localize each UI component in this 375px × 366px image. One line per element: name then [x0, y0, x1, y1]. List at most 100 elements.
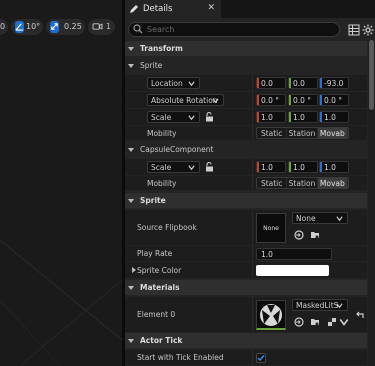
camera-speed-chip[interactable]: 1 [88, 18, 115, 35]
tab-details[interactable]: Details ✕ [125, 0, 221, 18]
location-x-value: 0.0 [261, 78, 273, 88]
rotation-row: Absolute Rotation 0.0 ° 0.0 ° 0.0 ° [125, 92, 367, 109]
checkmark-icon [257, 355, 265, 362]
chevron-down-icon [212, 98, 219, 104]
scale-dropdown[interactable]: Scale [147, 111, 200, 123]
location-x-field[interactable]: 0.0 [256, 77, 286, 89]
capsule-scale-label: Scale [151, 162, 172, 172]
capsule-scale-z-value: 1.0 [324, 162, 336, 172]
scale-y-field[interactable]: 1.0 [288, 111, 318, 123]
location-dropdown[interactable]: Location [147, 77, 200, 89]
use-selected-icon[interactable] [294, 317, 304, 327]
mobility-movable-option[interactable]: Movab [317, 178, 348, 188]
grid-snap-chip[interactable]: 0 [0, 18, 8, 35]
rotation-z-value: 0.0 ° [324, 95, 343, 105]
search-input[interactable]: Search [128, 21, 340, 37]
pencil-icon [128, 4, 139, 15]
unlock-icon[interactable] [205, 162, 214, 172]
mobility-stationary-option[interactable]: Station [287, 128, 318, 138]
location-row: Location 0.0 0.0 -93.0 [125, 75, 367, 92]
category-materials-label: Materials [140, 283, 180, 292]
tick-enabled-checkbox[interactable] [256, 353, 266, 363]
rotation-dropdown[interactable]: Absolute Rotation [147, 94, 224, 106]
mobility-row: Mobility Static Station Movab [125, 126, 367, 141]
material-asset-dropdown[interactable]: MaskedLitS [292, 299, 348, 311]
table-view-icon[interactable] [348, 24, 360, 36]
chevron-down-icon [128, 198, 134, 203]
play-rate-value: 1.0 [261, 249, 273, 259]
browse-folder-icon[interactable] [310, 230, 320, 240]
grid-snap-value: 0 [0, 22, 6, 31]
scale-z-value: 1.0 [324, 112, 336, 122]
mobility-static-option[interactable]: Static [257, 178, 288, 188]
scale-x-value: 1.0 [261, 112, 273, 122]
element-0-label: Element 0 [137, 310, 176, 319]
category-materials[interactable]: Materials [125, 280, 367, 295]
rotation-snap-chip[interactable]: 10° [11, 18, 43, 35]
reset-arrow-icon[interactable] [355, 310, 365, 320]
tab-details-label: Details [143, 4, 173, 14]
rotation-y-field[interactable]: 0.0 ° [288, 94, 318, 106]
texture-checker-icon[interactable] [327, 317, 337, 327]
chevron-down-icon [128, 46, 134, 51]
capsule-mobility-row: Mobility Static Station Movab [125, 176, 367, 191]
chevron-down-icon [188, 115, 195, 121]
chevron-down-icon [128, 63, 134, 68]
subcategory-sprite[interactable]: Sprite [125, 58, 367, 73]
sprite-color-swatch[interactable] [256, 265, 329, 276]
search-placeholder: Search [147, 24, 175, 34]
capsule-scale-x-field[interactable]: 1.0 [256, 161, 286, 173]
location-y-field[interactable]: 0.0 [288, 77, 318, 89]
column-divider [252, 297, 253, 332]
mobility-stationary-option[interactable]: Station [287, 178, 318, 188]
mobility-static-option[interactable]: Static [257, 128, 288, 138]
camera-speed-value: 1 [105, 22, 111, 31]
chevron-down-icon [336, 216, 343, 222]
category-sprite-label: Sprite [140, 196, 166, 205]
browse-folder-icon[interactable] [310, 317, 320, 327]
sprite-color-row: Sprite Color [125, 262, 367, 279]
play-rate-row: Play Rate 1.0 [125, 246, 367, 262]
rotation-z-field[interactable]: 0.0 ° [319, 94, 349, 106]
capsule-scale-y-field[interactable]: 1.0 [288, 161, 318, 173]
mobility-selector: Static Station Movab [256, 127, 349, 139]
play-rate-field[interactable]: 1.0 [256, 248, 332, 260]
category-sprite[interactable]: Sprite [125, 193, 367, 208]
material-thumbnail[interactable] [256, 300, 286, 330]
tick-enabled-row: Start with Tick Enabled [125, 350, 367, 366]
camera-icon [92, 21, 104, 33]
location-z-field[interactable]: -93.0 [319, 77, 349, 89]
gear-icon[interactable] [362, 24, 374, 36]
source-flipbook-label: Source Flipbook [137, 223, 197, 232]
scrollbar-thumb[interactable] [369, 40, 374, 110]
location-label: Location [151, 78, 183, 88]
scale-snap-chip[interactable]: 0.25 [46, 18, 85, 35]
scale-x-field[interactable]: 1.0 [256, 111, 286, 123]
capsule-scale-dropdown[interactable]: Scale [147, 161, 200, 173]
use-selected-icon[interactable] [294, 230, 304, 240]
chevron-down-icon [128, 338, 134, 343]
category-actor-tick[interactable]: Actor Tick [125, 333, 367, 348]
unlock-icon[interactable] [205, 112, 214, 122]
flipbook-thumbnail[interactable]: None [256, 213, 286, 243]
rotation-x-field[interactable]: 0.0 ° [256, 94, 286, 106]
material-sphere-icon [260, 303, 282, 326]
category-transform[interactable]: Transform [125, 41, 367, 56]
column-divider [252, 109, 253, 125]
flipbook-thumbnail-text: None [263, 224, 279, 232]
mobility-movable-option[interactable]: Movab [317, 128, 348, 138]
scale-z-field[interactable]: 1.0 [319, 111, 349, 123]
scale-label: Scale [151, 112, 172, 122]
scale-snap-value: 0.25 [64, 22, 82, 31]
subcategory-capsule[interactable]: CapsuleComponent [125, 142, 367, 157]
capsule-scale-z-field[interactable]: 1.0 [319, 161, 349, 173]
column-divider [252, 126, 253, 140]
rotation-y-value: 0.0 ° [293, 95, 312, 105]
flipbook-asset-dropdown[interactable]: None [292, 212, 348, 224]
search-icon [133, 24, 143, 34]
search-row: Search [125, 18, 375, 40]
level-viewport[interactable]: 0 10° 0.25 1 [0, 0, 122, 366]
column-divider [252, 176, 253, 190]
close-icon[interactable]: ✕ [207, 3, 215, 13]
chevron-down-icon[interactable] [339, 317, 349, 327]
